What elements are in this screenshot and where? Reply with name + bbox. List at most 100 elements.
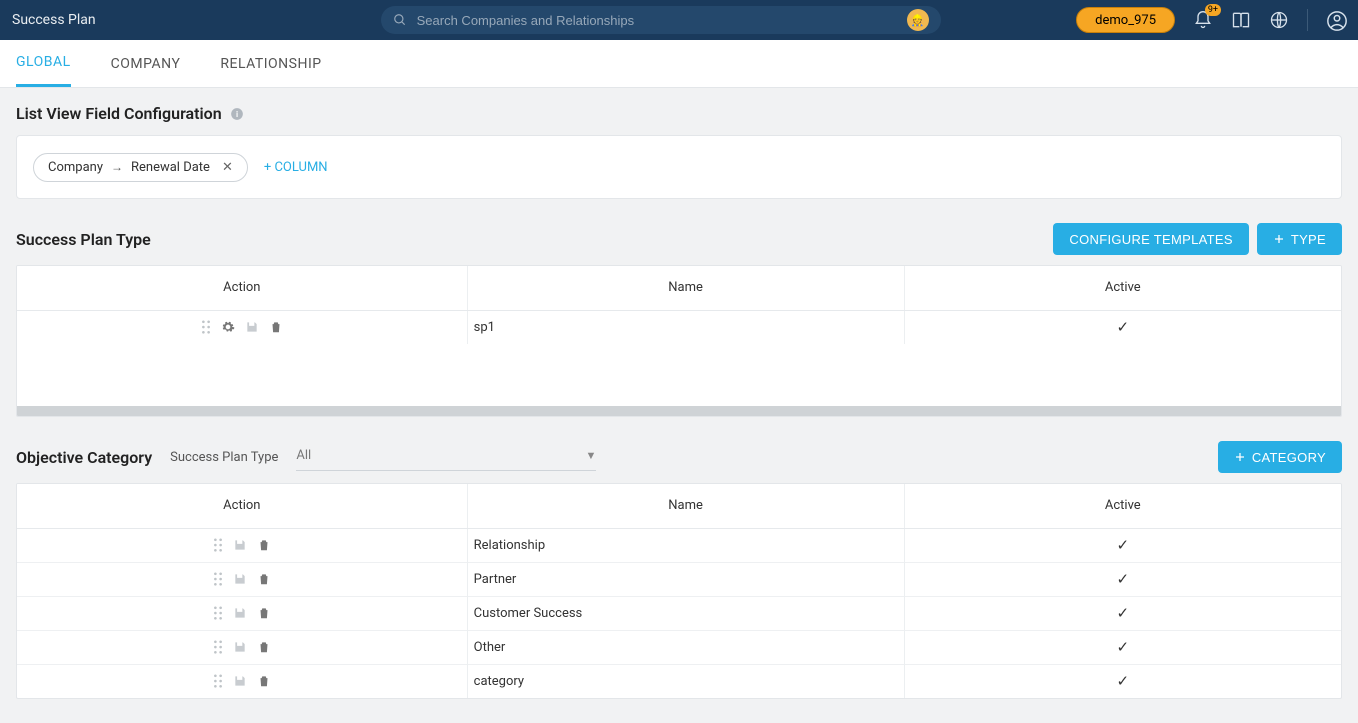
check-icon: ✓ bbox=[1116, 638, 1129, 656]
search-icon bbox=[393, 13, 407, 27]
save-icon bbox=[233, 674, 247, 688]
objective-category-table: Action Name Active Relationship ✓ Partner ✓… bbox=[16, 483, 1342, 699]
info-icon: i bbox=[230, 107, 244, 121]
arrow-right-icon: → bbox=[111, 160, 123, 174]
check-icon: ✓ bbox=[1116, 318, 1129, 336]
action-cell bbox=[17, 310, 467, 344]
drag-handle-icon[interactable] bbox=[213, 640, 223, 654]
close-icon[interactable]: ✕ bbox=[222, 160, 233, 175]
active-cell: ✓ bbox=[904, 310, 1341, 344]
add-type-button[interactable]: TYPE bbox=[1257, 223, 1342, 255]
sp-type-header: Success Plan Type CONFIGURE TEMPLATES TY… bbox=[16, 223, 1342, 255]
name-cell: Partner bbox=[467, 562, 904, 596]
save-icon bbox=[233, 572, 247, 586]
drag-handle-icon[interactable] bbox=[213, 674, 223, 688]
check-icon: ✓ bbox=[1116, 672, 1129, 690]
trash-icon[interactable] bbox=[257, 572, 271, 586]
name-cell: sp1 bbox=[467, 310, 904, 344]
active-cell: ✓ bbox=[904, 630, 1341, 664]
horizontal-scrollbar[interactable] bbox=[17, 406, 1341, 416]
profile-icon[interactable] bbox=[1326, 10, 1346, 30]
table-row: Other ✓ bbox=[17, 630, 1341, 664]
chip-scope: Company bbox=[48, 160, 103, 175]
add-column-button[interactable]: + COLUMN bbox=[264, 160, 328, 175]
active-cell: ✓ bbox=[904, 562, 1341, 596]
svg-text:i: i bbox=[236, 108, 238, 118]
add-category-button[interactable]: CATEGORY bbox=[1218, 441, 1342, 473]
name-cell: Relationship bbox=[467, 528, 904, 562]
book-icon[interactable] bbox=[1231, 10, 1251, 30]
action-cell bbox=[17, 596, 467, 630]
trash-icon[interactable] bbox=[269, 320, 283, 334]
table-row: Partner ✓ bbox=[17, 562, 1341, 596]
table-row: sp1 ✓ bbox=[17, 310, 1341, 344]
check-icon: ✓ bbox=[1116, 536, 1129, 554]
tab-relationship[interactable]: RELATIONSHIP bbox=[220, 40, 321, 87]
sp-type-filter[interactable]: All ▼ bbox=[296, 443, 596, 471]
trash-icon[interactable] bbox=[257, 674, 271, 688]
col-action: Action bbox=[17, 266, 467, 310]
save-icon bbox=[233, 640, 247, 654]
field-config-title: List View Field Configuration i bbox=[16, 104, 1342, 123]
configure-templates-button[interactable]: CONFIGURE TEMPLATES bbox=[1053, 223, 1248, 255]
action-cell bbox=[17, 630, 467, 664]
notification-badge: 9+ bbox=[1205, 4, 1221, 16]
tab-global[interactable]: GLOBAL bbox=[16, 40, 71, 87]
drag-handle-icon[interactable] bbox=[213, 606, 223, 620]
column-chip[interactable]: Company → Renewal Date ✕ bbox=[33, 153, 248, 182]
bell-icon[interactable]: 9+ bbox=[1193, 10, 1213, 30]
objective-category-header: Objective Category Success Plan Type All… bbox=[16, 441, 1342, 473]
name-cell: Customer Success bbox=[467, 596, 904, 630]
action-cell bbox=[17, 562, 467, 596]
plus-icon bbox=[1273, 233, 1285, 245]
trash-icon[interactable] bbox=[257, 606, 271, 620]
name-cell: Other bbox=[467, 630, 904, 664]
table-row: category ✓ bbox=[17, 664, 1341, 698]
tab-bar: GLOBAL COMPANY RELATIONSHIP bbox=[0, 40, 1358, 88]
name-cell: category bbox=[467, 664, 904, 698]
table-row: Relationship ✓ bbox=[17, 528, 1341, 562]
global-search[interactable]: 👷 bbox=[381, 6, 941, 34]
action-cell bbox=[17, 664, 467, 698]
page-body: List View Field Configuration i Company … bbox=[0, 88, 1358, 723]
globe-icon[interactable] bbox=[1269, 10, 1289, 30]
save-icon bbox=[233, 538, 247, 552]
check-icon: ✓ bbox=[1116, 604, 1129, 622]
field-config-panel: Company → Renewal Date ✕ + COLUMN bbox=[16, 135, 1342, 199]
topbar: Success Plan 👷 demo_975 9+ bbox=[0, 0, 1358, 40]
topbar-right: demo_975 9+ bbox=[1076, 7, 1346, 33]
objective-category-title: Objective Category bbox=[16, 448, 152, 467]
check-icon: ✓ bbox=[1116, 570, 1129, 588]
filter-value: All bbox=[296, 448, 311, 463]
trash-icon[interactable] bbox=[257, 640, 271, 654]
active-cell: ✓ bbox=[904, 664, 1341, 698]
chip-field: Renewal Date bbox=[131, 160, 210, 175]
active-cell: ✓ bbox=[904, 596, 1341, 630]
col-active: Active bbox=[904, 266, 1341, 310]
divider bbox=[1307, 9, 1308, 31]
search-avatar-icon: 👷 bbox=[907, 9, 929, 31]
page-title: Success Plan bbox=[12, 12, 96, 28]
active-cell: ✓ bbox=[904, 528, 1341, 562]
save-icon bbox=[233, 606, 247, 620]
gear-icon[interactable] bbox=[221, 320, 235, 334]
save-icon bbox=[245, 320, 259, 334]
sp-type-table: Action Name Active sp1 ✓ bbox=[16, 265, 1342, 417]
tab-company[interactable]: COMPANY bbox=[111, 40, 181, 87]
drag-handle-icon[interactable] bbox=[213, 538, 223, 552]
plus-icon bbox=[1234, 451, 1246, 463]
col-name: Name bbox=[467, 266, 904, 310]
col-name: Name bbox=[467, 484, 904, 528]
action-cell bbox=[17, 528, 467, 562]
col-active: Active bbox=[904, 484, 1341, 528]
demo-badge[interactable]: demo_975 bbox=[1076, 7, 1175, 33]
chevron-down-icon: ▼ bbox=[586, 449, 597, 462]
drag-handle-icon[interactable] bbox=[213, 572, 223, 586]
search-input[interactable] bbox=[417, 13, 897, 28]
col-action: Action bbox=[17, 484, 467, 528]
sp-type-title: Success Plan Type bbox=[16, 230, 1053, 249]
drag-handle-icon[interactable] bbox=[201, 320, 211, 334]
table-row: Customer Success ✓ bbox=[17, 596, 1341, 630]
filter-label: Success Plan Type bbox=[170, 450, 278, 465]
trash-icon[interactable] bbox=[257, 538, 271, 552]
